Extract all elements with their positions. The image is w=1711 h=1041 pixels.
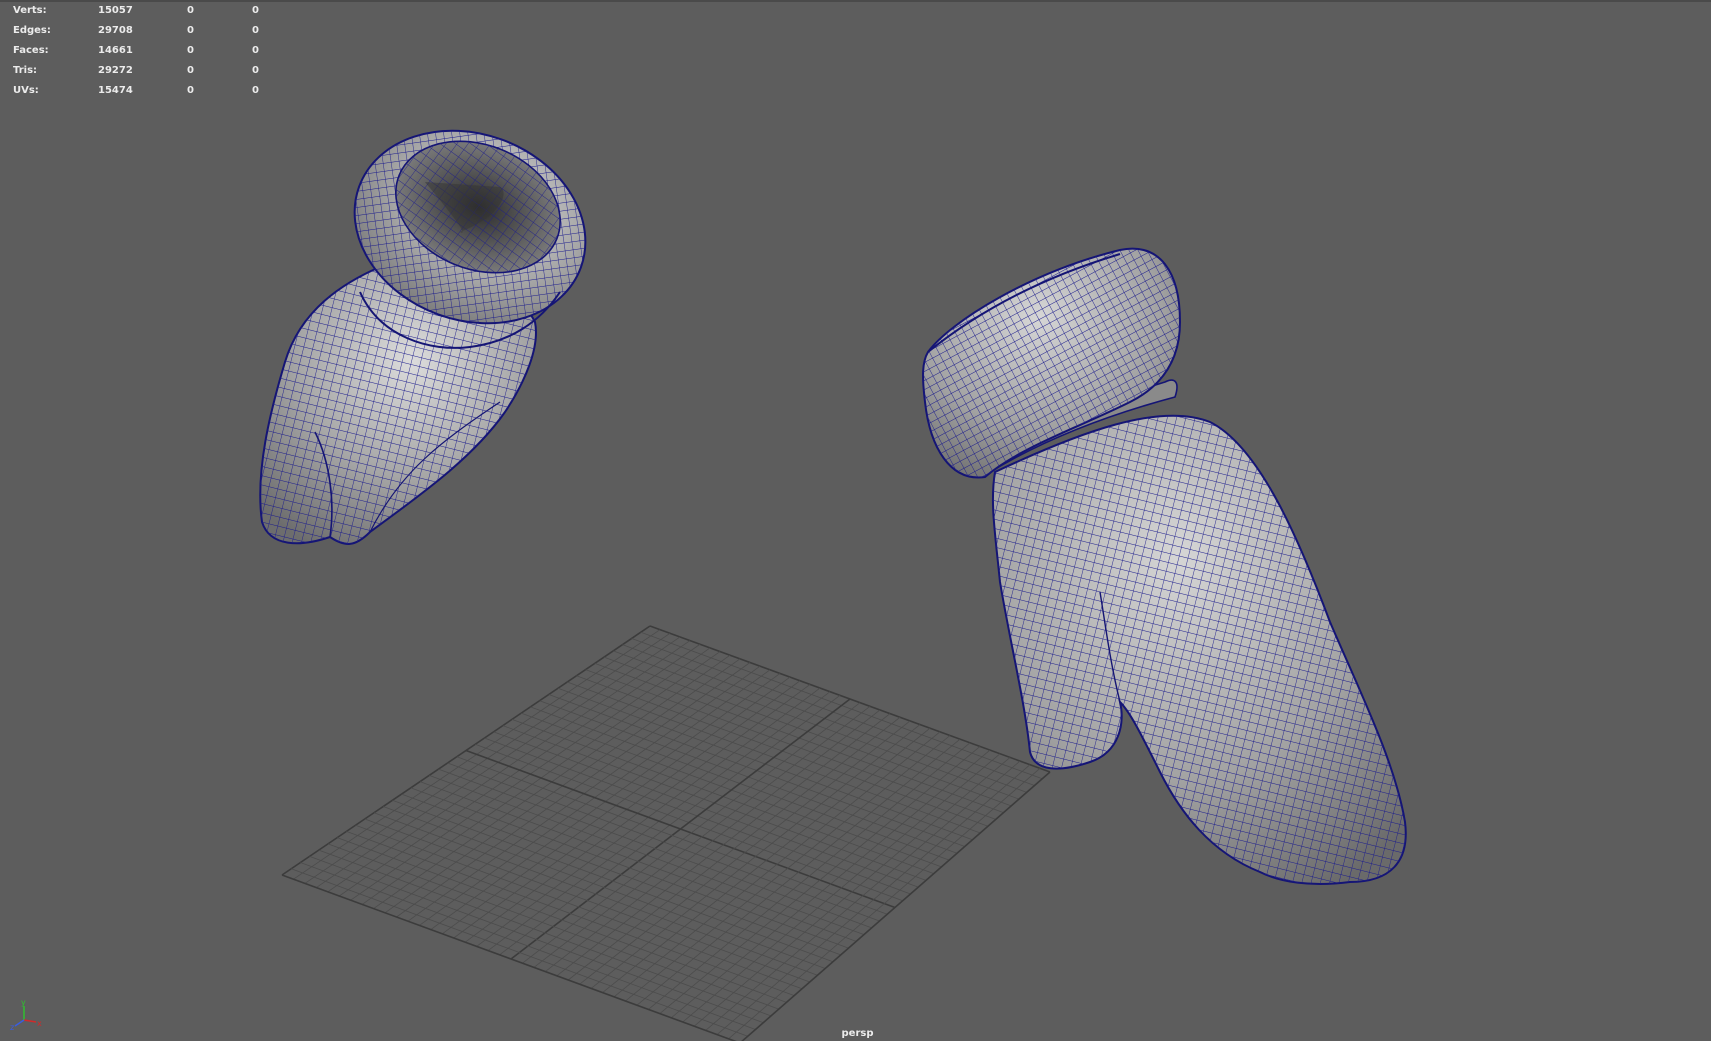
ground-grid	[281, 625, 1051, 1041]
mesh-left-boot[interactable]	[259, 99, 612, 545]
grid-line	[309, 855, 764, 1024]
grid-line	[728, 768, 1041, 1040]
scene-3d[interactable]: y x z	[0, 2, 1711, 1041]
axis-y-label: y	[21, 998, 26, 1007]
grid-line	[705, 760, 1021, 1031]
grid-line	[300, 862, 756, 1030]
camera-name-label: persp	[841, 1028, 874, 1039]
grid-line	[291, 868, 748, 1037]
viewport-persp[interactable]: Verts: 15057 0 0 Edges: 29708 0 0 Faces:…	[0, 0, 1711, 1041]
mesh-right-boot[interactable]	[922, 247, 1407, 885]
grid-line	[693, 757, 1011, 1027]
grid-line	[682, 753, 1001, 1023]
right-boot-body	[991, 414, 1407, 885]
grid-line	[716, 764, 1031, 1035]
axis-gizmo: y x z	[10, 998, 42, 1032]
axis-x-label: x	[37, 1019, 42, 1028]
